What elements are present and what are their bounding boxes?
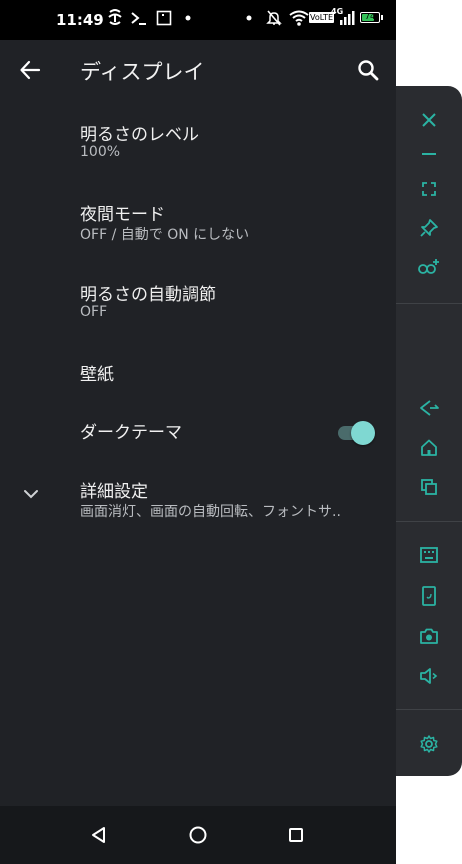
recents-icon: [421, 479, 437, 495]
wifi-icon: [289, 9, 309, 27]
divider: [396, 709, 462, 710]
vpn-icon: [106, 8, 124, 28]
phone-screen: 11:49 VoLTE 4G 74 ディスプレイ 明るさのレベル 100% 夜間…: [0, 0, 396, 864]
triangle-back-icon: [92, 827, 105, 843]
setting-title: ダークテーマ: [80, 423, 182, 443]
mute-bell-icon: [266, 9, 282, 27]
back-button[interactable]: [14, 54, 46, 86]
keyboard-icon: [420, 547, 438, 563]
divider: [396, 521, 462, 522]
volume-icon: [420, 668, 438, 684]
link-add-button[interactable]: [416, 254, 442, 280]
setting-brightness-level[interactable]: 明るさのレベル 100%: [0, 120, 396, 170]
fullscreen-button[interactable]: [416, 176, 442, 202]
setting-title: 詳細設定: [80, 482, 148, 502]
minimize-button[interactable]: [416, 141, 442, 167]
nav-home-button[interactable]: [185, 822, 211, 848]
back-button-float[interactable]: [416, 395, 442, 421]
chevron-down-icon: [20, 483, 42, 505]
setting-auto-brightness[interactable]: 明るさの自動調節 OFF: [0, 280, 396, 330]
link-add-icon: [418, 259, 439, 274]
navigation-bar: [0, 806, 396, 864]
status-bar: 11:49 VoLTE 4G 74: [0, 0, 396, 40]
setting-night-mode[interactable]: 夜間モード OFF / 自動で ON にしない: [0, 200, 396, 250]
screenshot-button[interactable]: [416, 623, 442, 649]
fullscreen-icon: [422, 182, 436, 196]
settings-icon: [420, 735, 438, 753]
square-recents-icon: [289, 828, 303, 842]
battery-icon: 74: [360, 12, 380, 23]
divider: [396, 303, 462, 304]
recents-button-float[interactable]: [416, 474, 442, 500]
setting-summary: 100%: [80, 144, 121, 160]
setting-dark-theme[interactable]: ダークテーマ: [0, 418, 396, 448]
dot-icon: [246, 10, 252, 26]
setting-summary: OFF / 自動で ON にしない: [80, 227, 250, 243]
setting-summary: OFF: [80, 304, 108, 320]
setting-summary: 画面消灯、画面の自動回転、フォントサ..: [80, 504, 341, 520]
search-button[interactable]: [352, 54, 384, 86]
nav-back-button[interactable]: [86, 822, 112, 848]
arrow-left-icon: [20, 60, 41, 80]
circle-home-icon: [189, 826, 207, 844]
setting-title: 夜間モード: [80, 205, 165, 225]
rotate-button[interactable]: [416, 583, 442, 609]
terminal-icon: [130, 9, 148, 27]
home-icon: [421, 439, 437, 456]
settings-button[interactable]: [416, 731, 442, 757]
rotate-icon: [422, 586, 436, 606]
setting-title: 明るさの自動調節: [80, 285, 216, 305]
pin-icon: [420, 219, 438, 237]
keyboard-button[interactable]: [416, 542, 442, 568]
close-button[interactable]: [416, 107, 442, 133]
close-icon: [422, 113, 436, 127]
nav-recents-button[interactable]: [283, 822, 309, 848]
battery-percent: 74: [364, 12, 376, 21]
screen-icon: [156, 9, 172, 27]
dot-icon: [185, 10, 191, 26]
setting-advanced[interactable]: 詳細設定 画面消灯、画面の自動回転、フォントサ..: [0, 477, 396, 527]
camera-icon: [420, 628, 438, 644]
status-time: 11:49: [56, 11, 104, 29]
pin-button[interactable]: [416, 215, 442, 241]
volume-button[interactable]: [416, 663, 442, 689]
search-icon: [358, 60, 379, 81]
page-title: ディスプレイ: [80, 60, 205, 84]
app-bar: ディスプレイ: [0, 40, 396, 100]
back-icon: [420, 400, 439, 416]
setting-wallpaper[interactable]: 壁紙: [0, 360, 396, 390]
signal-icon: [338, 9, 356, 27]
minimize-icon: [422, 153, 436, 155]
toggle-thumb[interactable]: [351, 421, 375, 445]
setting-title: 明るさのレベル: [80, 125, 199, 145]
battery-tip: [381, 15, 383, 20]
home-button-float[interactable]: [416, 435, 442, 461]
setting-title: 壁紙: [80, 365, 114, 385]
floating-tool-panel: [396, 86, 462, 776]
